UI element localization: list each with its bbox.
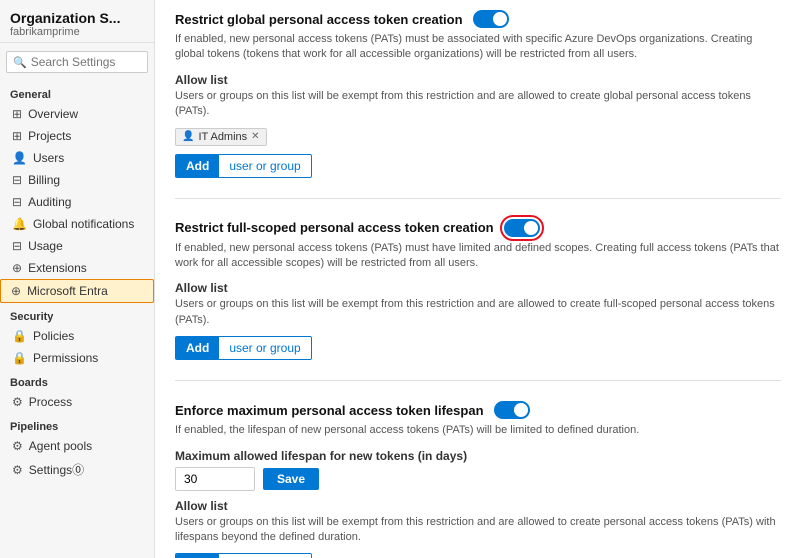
tag-label: IT Admins — [198, 131, 247, 143]
auditing-icon: ⊟ — [12, 195, 22, 209]
global-notifications-icon: 🔔 — [12, 217, 27, 231]
section-enforce-max-lifespan: Enforce maximum personal access token li… — [175, 401, 781, 558]
section-desc-restrict-global-pat: If enabled, new personal access tokens (… — [175, 32, 781, 63]
settings-icon: ⚙ — [12, 463, 23, 477]
tag-row: 👤 IT Admins ✕ — [175, 128, 781, 146]
sidebar-item-label: Global notifications — [33, 217, 134, 231]
sidebar-item-projects[interactable]: ⊞ Projects — [0, 125, 154, 147]
tag-icon: 👤 — [182, 131, 194, 142]
lifespan-input-row: Save — [175, 467, 781, 491]
sidebar-item-label: Settings⓪ — [29, 461, 84, 478]
allow-list-label: Allow list — [175, 281, 781, 295]
sidebar-section-label: Pipelines — [0, 413, 154, 435]
add-target-label: user or group — [219, 337, 310, 359]
billing-icon: ⊟ — [12, 173, 22, 187]
sidebar-item-users[interactable]: 👤 Users — [0, 147, 154, 169]
lifespan-label: Maximum allowed lifespan for new tokens … — [175, 449, 781, 463]
sidebar-item-label: Overview — [28, 107, 78, 121]
allow-list-desc: Users or groups on this list will be exe… — [175, 89, 781, 120]
sidebar-item-label: Billing — [28, 173, 60, 187]
section-header-restrict-global-pat: Restrict global personal access token cr… — [175, 10, 781, 28]
lifespan-input[interactable] — [175, 467, 255, 491]
search-input[interactable] — [31, 55, 141, 69]
add-user-group-button[interactable]: Adduser or group — [175, 154, 312, 178]
add-target-label: user or group — [219, 155, 310, 177]
add-target-label: user or group — [219, 554, 310, 558]
org-title: Organization S... — [10, 10, 144, 26]
sidebar-item-label: Users — [33, 151, 64, 165]
section-header-enforce-max-lifespan: Enforce maximum personal access token li… — [175, 401, 781, 419]
sidebar-item-global-notifications[interactable]: 🔔 Global notifications — [0, 213, 154, 235]
section-title-restrict-global-pat: Restrict global personal access token cr… — [175, 12, 463, 27]
process-icon: ⚙ — [12, 395, 23, 409]
sidebar-item-label: Microsoft Entra — [27, 284, 108, 298]
search-box[interactable]: 🔍 — [6, 51, 148, 73]
section-desc-restrict-full-scoped-pat: If enabled, new personal access tokens (… — [175, 241, 781, 272]
extensions-icon: ⊕ — [12, 261, 22, 275]
section-title-enforce-max-lifespan: Enforce maximum personal access token li… — [175, 403, 484, 418]
add-user-group-button[interactable]: Adduser or group — [175, 553, 312, 558]
add-label[interactable]: Add — [176, 554, 219, 558]
overview-icon: ⊞ — [12, 107, 22, 121]
microsoft-entra-icon: ⊕ — [11, 284, 21, 298]
section-desc-enforce-max-lifespan: If enabled, the lifespan of new personal… — [175, 423, 781, 438]
allow-list-label: Allow list — [175, 499, 781, 513]
add-label[interactable]: Add — [176, 337, 219, 359]
allow-list-label: Allow list — [175, 73, 781, 87]
org-subtitle: fabrikamprime — [10, 26, 144, 38]
sidebar-item-agent-pools[interactable]: ⚙ Agent pools — [0, 435, 154, 457]
sidebar-nav: General⊞Overview⊞Projects👤Users⊟Billing⊟… — [0, 81, 154, 482]
allow-list-desc: Users or groups on this list will be exe… — [175, 297, 781, 328]
sidebar-item-label: Auditing — [28, 195, 71, 209]
section-title-restrict-full-scoped-pat: Restrict full-scoped personal access tok… — [175, 220, 494, 235]
sidebar-item-usage[interactable]: ⊟ Usage — [0, 235, 154, 257]
sidebar-section-label: Security — [0, 303, 154, 325]
projects-icon: ⊞ — [12, 129, 22, 143]
toggle-enforce-max-lifespan[interactable] — [494, 401, 530, 419]
toggle-restrict-global-pat[interactable] — [473, 10, 509, 28]
main-sections: Restrict global personal access token cr… — [175, 10, 781, 558]
sidebar-item-label: Usage — [28, 239, 63, 253]
section-restrict-full-scoped-pat: Restrict full-scoped personal access tok… — [175, 219, 781, 382]
save-button[interactable]: Save — [263, 468, 319, 490]
agent-pools-icon: ⚙ — [12, 439, 23, 453]
tag-it-admins: 👤 IT Admins ✕ — [175, 128, 267, 146]
sidebar-section-label: General — [0, 81, 154, 103]
toggle-restrict-full-scoped-pat[interactable] — [504, 219, 540, 237]
policies-icon: 🔒 — [12, 329, 27, 343]
sidebar-item-microsoft-entra[interactable]: ⊕ Microsoft Entra — [0, 279, 154, 303]
add-label[interactable]: Add — [176, 155, 219, 177]
sidebar-item-billing[interactable]: ⊟ Billing — [0, 169, 154, 191]
sidebar: Organization S... fabrikamprime 🔍 Genera… — [0, 0, 155, 558]
search-icon: 🔍 — [13, 56, 27, 69]
section-restrict-global-pat: Restrict global personal access token cr… — [175, 10, 781, 199]
sidebar-item-auditing[interactable]: ⊟ Auditing — [0, 191, 154, 213]
tag-close-button[interactable]: ✕ — [251, 131, 259, 142]
sidebar-item-policies[interactable]: 🔒 Policies — [0, 325, 154, 347]
permissions-icon: 🔒 — [12, 351, 27, 365]
sidebar-item-label: Projects — [28, 129, 71, 143]
sidebar-item-label: Policies — [33, 329, 74, 343]
sidebar-item-label: Permissions — [33, 351, 98, 365]
allow-list-desc: Users or groups on this list will be exe… — [175, 515, 781, 546]
sidebar-item-settings[interactable]: ⚙ Settings⓪ — [0, 457, 154, 482]
sidebar-section-label: Boards — [0, 369, 154, 391]
section-header-restrict-full-scoped-pat: Restrict full-scoped personal access tok… — [175, 219, 781, 237]
usage-icon: ⊟ — [12, 239, 22, 253]
sidebar-item-process[interactable]: ⚙ Process — [0, 391, 154, 413]
sidebar-item-label: Extensions — [28, 261, 87, 275]
sidebar-item-overview[interactable]: ⊞ Overview — [0, 103, 154, 125]
main-content: Restrict global personal access token cr… — [155, 0, 801, 558]
sidebar-item-label: Agent pools — [29, 439, 92, 453]
sidebar-item-label: Process — [29, 395, 72, 409]
sidebar-header: Organization S... fabrikamprime — [0, 0, 154, 43]
sidebar-item-extensions[interactable]: ⊕ Extensions — [0, 257, 154, 279]
users-icon: 👤 — [12, 151, 27, 165]
sidebar-item-permissions[interactable]: 🔒 Permissions — [0, 347, 154, 369]
add-user-group-button[interactable]: Adduser or group — [175, 336, 312, 360]
